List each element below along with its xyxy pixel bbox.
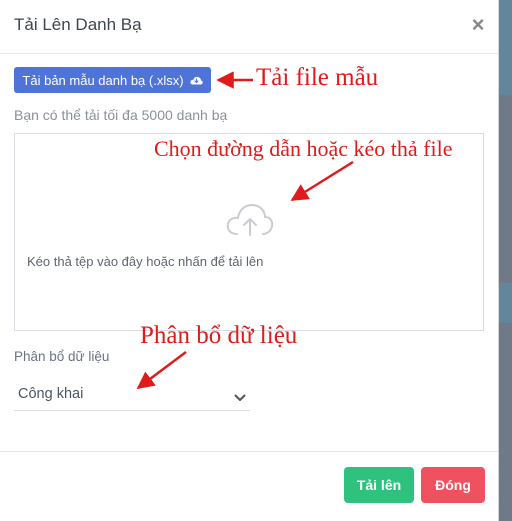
upload-contacts-dialog: Tải Lên Danh Bạ × Tải bản mẫu danh bạ (.… <box>0 0 499 521</box>
distribution-label: Phân bổ dữ liệu <box>14 349 110 364</box>
backdrop-band <box>498 0 512 95</box>
upload-limit-text: Bạn có thể tải tối đa 5000 danh bạ <box>14 107 228 123</box>
cloud-download-icon <box>189 75 203 86</box>
annotation-dropzone: Chọn đường dẫn hoặc kéo thả file <box>154 136 453 161</box>
close-icon[interactable]: × <box>468 14 488 36</box>
annotation-template: Tải file mẫu <box>256 64 379 91</box>
footer-divider <box>0 451 498 452</box>
dialog-title: Tải Lên Danh Bạ <box>14 15 142 34</box>
download-template-label: Tải bản mẫu danh bạ (.xlsx) <box>22 72 184 88</box>
upload-button[interactable]: Tải lên <box>344 467 414 503</box>
distribution-select[interactable]: Công khai <box>14 378 250 411</box>
distribution-value: Công khai <box>18 386 84 402</box>
annotation-distribution: Phân bổ dữ liệu <box>140 322 298 349</box>
file-dropzone[interactable]: Kéo thả tệp vào đây hoặc nhấn để tải lên <box>14 133 484 331</box>
dialog-header: Tải Lên Danh Bạ × <box>0 0 498 54</box>
chevron-down-icon <box>234 389 246 407</box>
download-template-button[interactable]: Tải bản mẫu danh bạ (.xlsx) <box>14 67 211 93</box>
backdrop-band <box>498 283 512 323</box>
close-button[interactable]: Đóng <box>421 467 485 503</box>
dropzone-hint: Kéo thả tệp vào đây hoặc nhấn để tải lên <box>27 254 264 269</box>
cloud-upload-icon <box>225 200 275 243</box>
